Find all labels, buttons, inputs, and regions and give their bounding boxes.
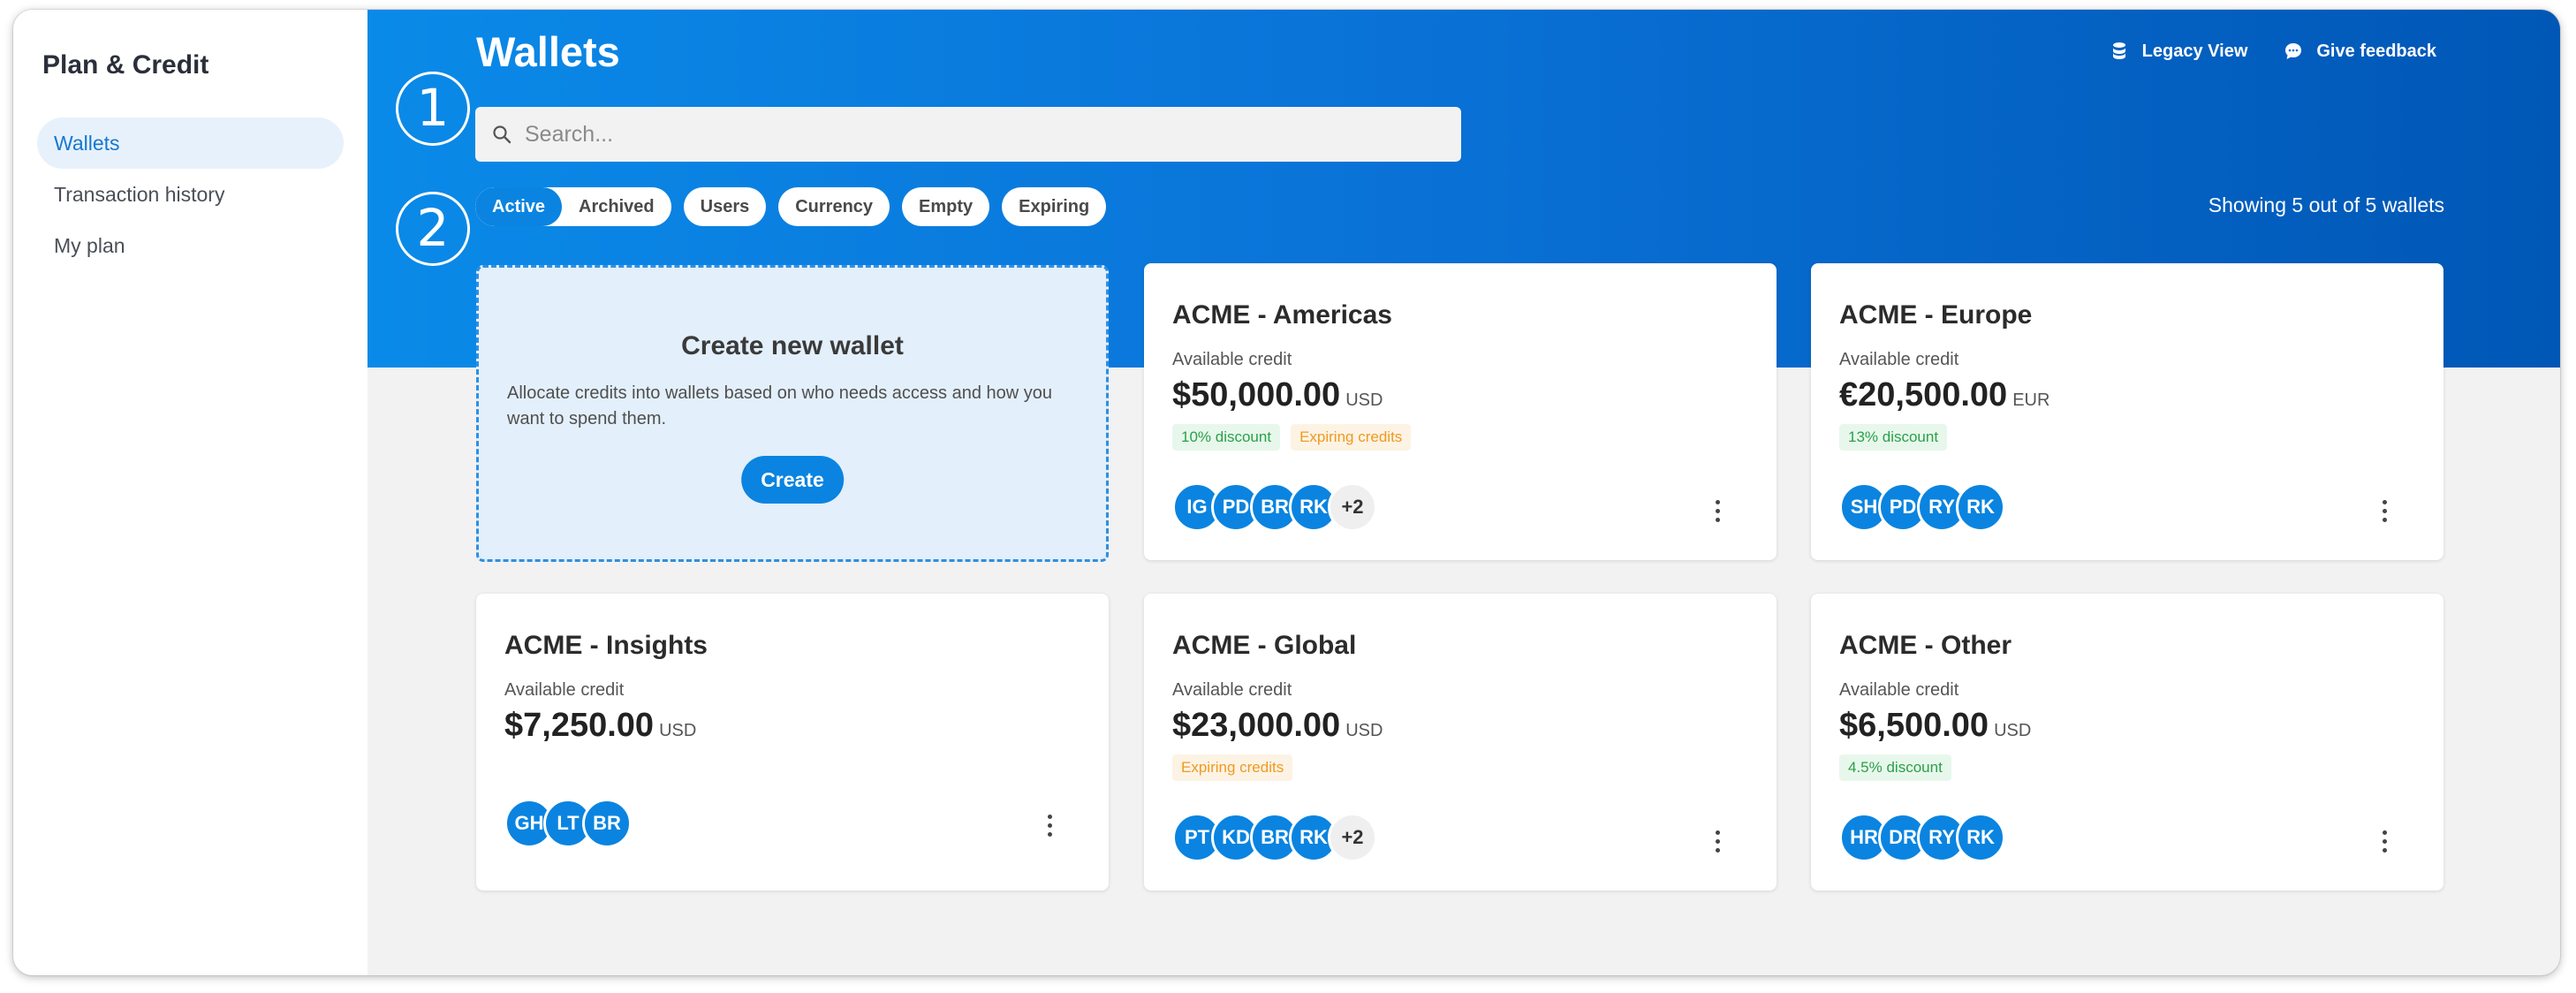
give-feedback-label: Give feedback [2316, 41, 2436, 61]
currency-code: USD [659, 721, 697, 740]
database-icon [2112, 42, 2125, 59]
wallet-card-global[interactable]: ACME - Global Available credit $23,000.0… [1144, 594, 1777, 891]
create-wallet-button[interactable]: Create [741, 456, 844, 504]
more-users-badge[interactable]: +2 [1328, 482, 1377, 532]
amount-value: €20,500.00 [1839, 376, 2008, 413]
expiring-badge: Expiring credits [1172, 754, 1293, 781]
currency-code: USD [1345, 390, 1383, 410]
search-icon [493, 125, 511, 144]
wallet-name: ACME - Europe [1839, 300, 2033, 330]
wallet-name: ACME - Other [1839, 631, 2012, 660]
filter-archived[interactable]: Archived [562, 187, 671, 226]
sidebar-nav: Wallets Transaction history My plan [37, 117, 344, 271]
wallet-badges: 10% discount Expiring credits [1172, 424, 1412, 451]
filter-empty[interactable]: Empty [902, 187, 990, 226]
wallet-amount: $23,000.00 USD [1172, 707, 1383, 745]
create-wallet-card: Create new wallet Allocate credits into … [476, 265, 1109, 562]
give-feedback-button[interactable]: Give feedback [2283, 41, 2436, 62]
sidebar-title: Plan & Credit [42, 50, 209, 80]
available-credit-label: Available credit [1172, 350, 1292, 369]
sidebar-item-wallets[interactable]: Wallets [37, 117, 344, 169]
page-title: Wallets [476, 28, 620, 75]
discount-badge: 4.5% discount [1839, 754, 1951, 781]
wallet-card-insights[interactable]: ACME - Insights Available credit $7,250.… [476, 594, 1109, 891]
filter-users[interactable]: Users [683, 187, 767, 226]
more-options-icon[interactable] [1036, 807, 1063, 843]
available-credit-label: Available credit [1839, 680, 1959, 700]
available-credit-label: Available credit [504, 680, 625, 700]
main-content: 1 2 Wallets Legacy View Give feedback Se… [367, 10, 2560, 975]
currency-code: EUR [2012, 390, 2050, 410]
status-toggle: Active Archived [475, 187, 671, 226]
avatar: RK [1956, 482, 2005, 532]
discount-badge: 10% discount [1172, 424, 1281, 451]
results-count: Showing 5 out of 5 wallets [2208, 193, 2444, 216]
available-credit-label: Available credit [1172, 680, 1292, 700]
wallet-badges: 13% discount [1839, 424, 1948, 451]
more-users-badge[interactable]: +2 [1328, 813, 1377, 862]
app-window: Plan & Credit Wallets Transaction histor… [13, 10, 2560, 975]
wallet-card-europe[interactable]: ACME - Europe Available credit €20,500.0… [1811, 263, 2443, 560]
more-options-icon[interactable] [1704, 823, 1731, 859]
user-avatars: GH LT BR [504, 799, 632, 848]
wallet-badges: 4.5% discount [1839, 754, 1951, 781]
available-credit-label: Available credit [1839, 350, 1959, 369]
chat-bubble-icon [2285, 43, 2302, 59]
amount-value: $50,000.00 [1172, 376, 1341, 413]
create-wallet-description: Allocate credits into wallets based on w… [507, 383, 1053, 428]
amount-value: $6,500.00 [1839, 707, 1989, 744]
header-actions: Legacy View Give feedback [2109, 41, 2436, 62]
wallet-name: ACME - Global [1172, 631, 1357, 660]
legacy-view-button[interactable]: Legacy View [2109, 41, 2248, 62]
filter-bar: Active Archived Users Currency Empty Exp… [475, 187, 1118, 226]
step-marker-1: 1 [396, 72, 470, 146]
wallet-amount: €20,500.00 EUR [1839, 376, 2049, 414]
filter-currency[interactable]: Currency [778, 187, 890, 226]
wallet-amount: $6,500.00 USD [1839, 707, 2031, 745]
wallet-badges: Expiring credits [1172, 754, 1293, 781]
currency-code: USD [1345, 721, 1383, 740]
user-avatars: IG PD BR RK +2 [1172, 482, 1377, 532]
wallet-name: ACME - Americas [1172, 300, 1392, 330]
wallet-card-americas[interactable]: ACME - Americas Available credit $50,000… [1144, 263, 1777, 560]
amount-value: $7,250.00 [504, 707, 655, 744]
avatar: RK [1956, 813, 2005, 862]
more-options-icon[interactable] [2371, 493, 2398, 528]
sidebar-item-my-plan[interactable]: My plan [37, 220, 344, 271]
filter-active[interactable]: Active [475, 187, 563, 226]
user-avatars: HR DR RY RK [1839, 813, 2005, 862]
expiring-badge: Expiring credits [1291, 424, 1412, 451]
user-avatars: PT KD BR RK +2 [1172, 813, 1377, 862]
filter-expiring[interactable]: Expiring [1002, 187, 1107, 226]
create-wallet-title: Create new wallet [681, 331, 904, 360]
sidebar-item-transaction-history[interactable]: Transaction history [37, 169, 344, 220]
wallet-name: ACME - Insights [504, 631, 708, 660]
user-avatars: SH PD RY RK [1839, 482, 2005, 532]
wallet-amount: $7,250.00 USD [504, 707, 696, 745]
search-input[interactable] [525, 121, 1408, 148]
currency-code: USD [1994, 721, 2032, 740]
more-options-icon[interactable] [2371, 823, 2398, 859]
legacy-view-label: Legacy View [2141, 41, 2248, 61]
amount-value: $23,000.00 [1172, 707, 1341, 744]
wallet-amount: $50,000.00 USD [1172, 376, 1383, 414]
search-bar[interactable] [475, 107, 1461, 162]
wallet-card-other[interactable]: ACME - Other Available credit $6,500.00 U… [1811, 594, 2443, 891]
avatar: BR [582, 799, 632, 848]
step-marker-2: 2 [396, 192, 470, 266]
discount-badge: 13% discount [1839, 424, 1948, 451]
more-options-icon[interactable] [1704, 493, 1731, 528]
sidebar: Plan & Credit Wallets Transaction histor… [13, 10, 367, 975]
